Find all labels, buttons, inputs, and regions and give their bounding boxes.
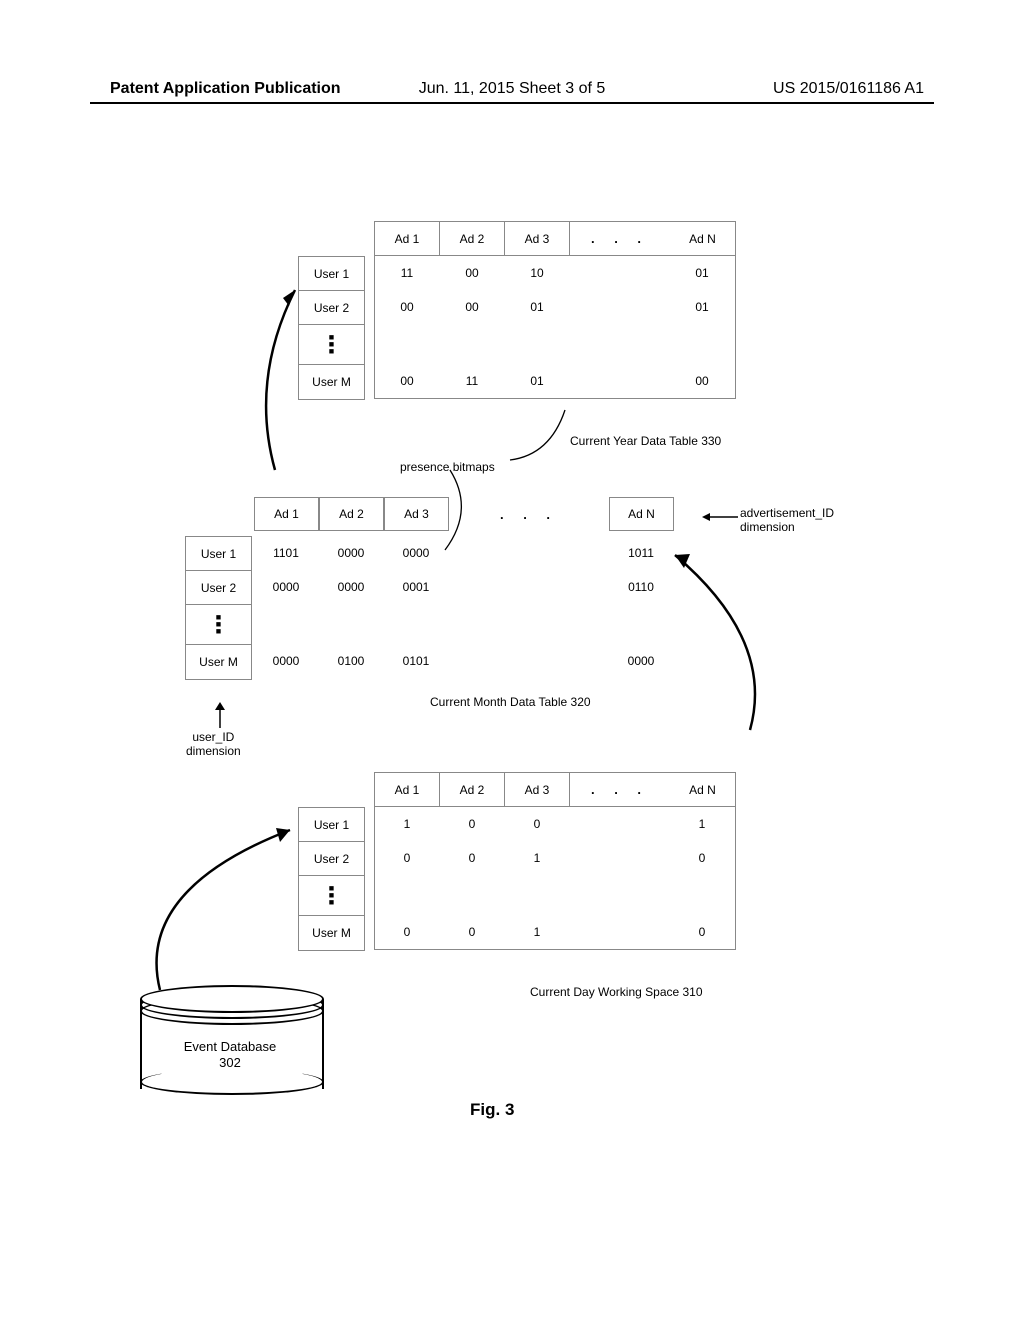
year-table-label: Current Year Data Table 330: [570, 434, 721, 448]
cell: 1: [670, 807, 735, 841]
cell-gap: [570, 290, 670, 324]
ad-col: Ad 3: [505, 222, 570, 256]
cell-gap: [570, 364, 670, 398]
event-database-icon: Event Database 302: [140, 985, 320, 1095]
cell: 00: [670, 364, 735, 398]
cell: 0100: [319, 644, 384, 678]
cell: 0: [505, 807, 570, 841]
cell: 0000: [319, 536, 384, 570]
page-header: Patent Application Publication Jun. 11, …: [0, 80, 1024, 98]
cell: 0001: [384, 570, 449, 604]
ad-col: Ad 3: [505, 773, 570, 807]
ad-col: Ad N: [670, 773, 735, 807]
cell: 0: [440, 807, 505, 841]
cell: 00: [440, 256, 505, 290]
cell: 0: [670, 915, 735, 949]
month-users-col: User 1 User 2 ■ ■ ■ User M: [185, 536, 252, 680]
cell-gap: [570, 807, 670, 841]
cell-gap: [449, 570, 609, 604]
cell: 00: [375, 364, 440, 398]
user-label: User 1: [186, 537, 251, 571]
header-left: Patent Application Publication: [110, 80, 341, 98]
ad-col: Ad 1: [375, 222, 440, 256]
cell: 0: [440, 841, 505, 875]
day-table-label: Current Day Working Space 310: [530, 985, 703, 999]
cell-gap: [570, 841, 670, 875]
cell: 1: [375, 807, 440, 841]
user-dim-arrow-icon: [210, 700, 230, 730]
cell: 00: [375, 290, 440, 324]
cell: 0000: [384, 536, 449, 570]
figure-label: Fig. 3: [470, 1100, 514, 1120]
cell: 10: [505, 256, 570, 290]
cell: 01: [505, 364, 570, 398]
cell: 0: [375, 841, 440, 875]
ad-dim-arrow-icon: [700, 509, 740, 525]
arrow-db-to-day: [140, 820, 310, 1000]
header-rule: [90, 102, 934, 104]
ad-col: Ad 1: [375, 773, 440, 807]
cell: 0: [440, 915, 505, 949]
cell: 0000: [254, 644, 319, 678]
header-right: US 2015/0161186 A1: [773, 80, 924, 98]
user-vdots: ■ ■ ■: [186, 605, 251, 645]
ad-col: Ad 2: [319, 497, 384, 531]
cell: 01: [505, 290, 570, 324]
month-table-label: Current Month Data Table 320: [430, 695, 591, 709]
ad-col: Ad 2: [440, 222, 505, 256]
cell: 1101: [254, 536, 319, 570]
ad-col: Ad 3: [384, 497, 449, 531]
ad-col: Ad N: [670, 222, 735, 256]
cell: 11: [440, 364, 505, 398]
presence-callout-month: [445, 470, 495, 560]
ad-col: Ad N: [609, 497, 674, 531]
cell-gap: [449, 644, 609, 678]
cell: 01: [670, 256, 735, 290]
cell: 01: [670, 290, 735, 324]
cell: 1: [505, 915, 570, 949]
cell-gap: [570, 256, 670, 290]
event-database-label: Event Database 302: [140, 1039, 320, 1071]
cell: 0101: [384, 644, 449, 678]
header-center: Jun. 11, 2015 Sheet 3 of 5: [419, 80, 606, 97]
ad-col: Ad 1: [254, 497, 319, 531]
arrow-month-to-year: [255, 280, 315, 480]
ad-col: Ad 2: [440, 773, 505, 807]
year-table: Ad 1 Ad 2 Ad 3 . . . Ad N 11 00 10 01 00…: [374, 221, 736, 399]
cell: 0: [670, 841, 735, 875]
cell: 1: [505, 841, 570, 875]
cell: 0000: [319, 570, 384, 604]
user-label: User 2: [186, 571, 251, 605]
user-label: User M: [186, 645, 251, 679]
cell: 11: [375, 256, 440, 290]
day-table: Ad 1 Ad 2 Ad 3 . . . Ad N 1 0 0 1 0 0 1 …: [374, 772, 736, 950]
ad-col-gap: . . .: [570, 773, 670, 807]
cell: 0000: [254, 570, 319, 604]
ad-dim-label: advertisement_ID dimension: [740, 506, 834, 534]
presence-callout-year: [510, 405, 580, 465]
arrow-day-to-month: [660, 540, 770, 740]
cell: 0: [375, 915, 440, 949]
cell: 00: [440, 290, 505, 324]
ad-col-gap: . . .: [570, 222, 670, 256]
user-dim-label: user_ID dimension: [186, 730, 241, 758]
cell-gap: [570, 915, 670, 949]
